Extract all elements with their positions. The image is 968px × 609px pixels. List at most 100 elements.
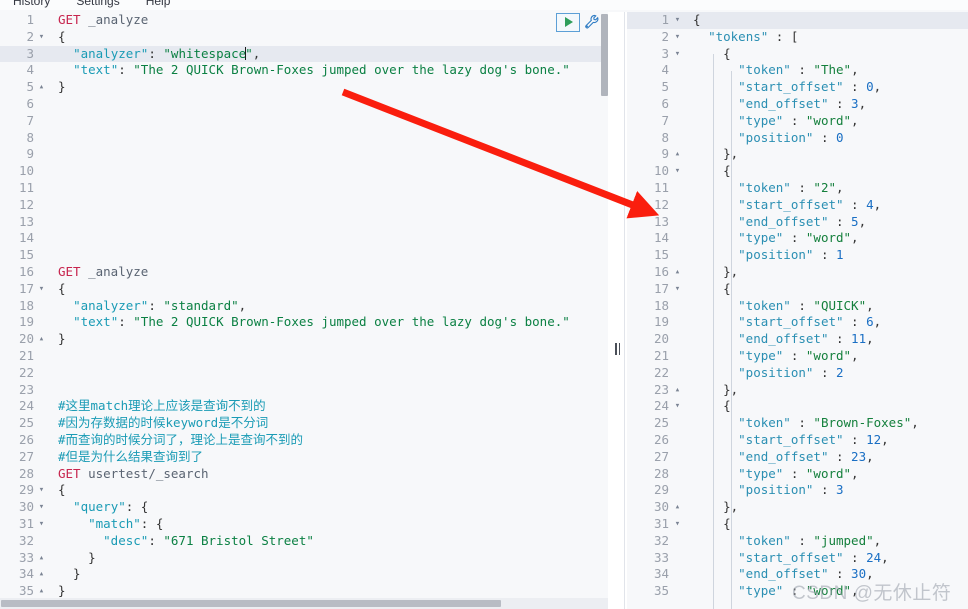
code-line[interactable]: 15 "position" : 1 xyxy=(627,247,968,264)
code-line[interactable]: 12 "start_offset" : 4, xyxy=(627,197,968,214)
code-line[interactable]: 27 #但是为什么结果查询到了 xyxy=(0,449,608,466)
response-viewer-pane[interactable]: 1 ▾{2 ▾ "tokens" : [3 ▾ {4 "token" : "The",… xyxy=(627,12,968,609)
code-line[interactable]: 7 xyxy=(0,113,608,130)
code-line[interactable]: 9 xyxy=(0,146,608,163)
code-line[interactable]: 15 xyxy=(0,247,608,264)
code-line[interactable]: 26 "start_offset" : 12, xyxy=(627,432,968,449)
code-line[interactable]: 18 "analyzer": "standard", xyxy=(0,298,608,315)
code-line[interactable]: 19 "text": "The 2 QUICK Brown-Foxes jump… xyxy=(0,314,608,331)
code-line[interactable]: 2 ▾ "tokens" : [ xyxy=(627,29,968,46)
code-line[interactable]: 16 GET _analyze xyxy=(0,264,608,281)
code-line[interactable]: 19 "start_offset" : 6, xyxy=(627,314,968,331)
code-line[interactable]: 25 #因为存数据的时候keyword是不分词 xyxy=(0,415,608,432)
request-scrollbar-thumb[interactable] xyxy=(601,14,608,96)
code-line[interactable]: 6 "end_offset" : 3, xyxy=(627,96,968,113)
code-line[interactable]: 23 xyxy=(0,382,608,399)
code-line[interactable]: 30 ▴ }, xyxy=(627,499,968,516)
code-line[interactable]: 8 xyxy=(0,130,608,147)
code-line[interactable]: 3 ▾ { xyxy=(627,46,968,63)
code-line[interactable]: 2 ▾ { xyxy=(0,29,608,46)
fold-toggle-icon[interactable]: ▾ xyxy=(36,516,47,533)
fold-toggle-icon[interactable]: ▾ xyxy=(672,398,683,415)
code-line[interactable]: 12 xyxy=(0,197,608,214)
response-code-area[interactable]: 1 ▾{2 ▾ "tokens" : [3 ▾ {4 "token" : "The",… xyxy=(627,12,968,609)
code-line[interactable]: 33 "start_offset" : 24, xyxy=(627,550,968,567)
fold-toggle-icon[interactable]: ▾ xyxy=(672,29,683,46)
code-line[interactable]: 21 "type" : "word", xyxy=(627,348,968,365)
fold-toggle-icon[interactable]: ▾ xyxy=(36,499,47,516)
code-line[interactable]: 31 ▾ "match": { xyxy=(0,516,608,533)
code-line[interactable]: 9 ▴ }, xyxy=(627,146,968,163)
menu-item-help[interactable]: Help xyxy=(133,0,184,8)
code-line[interactable]: 20 "end_offset" : 11, xyxy=(627,331,968,348)
fold-toggle-icon[interactable]: ▾ xyxy=(36,29,47,46)
code-line[interactable]: 5 ▴} xyxy=(0,79,608,96)
code-line[interactable]: 13 xyxy=(0,214,608,231)
code-line[interactable]: 10 ▾ { xyxy=(627,163,968,180)
fold-toggle-icon[interactable]: ▾ xyxy=(36,482,47,499)
request-code-area[interactable]: 1 GET _analyze 2 ▾{3 "analyzer": "whitespac… xyxy=(0,12,608,609)
code-line[interactable]: 11 xyxy=(0,180,608,197)
code-line[interactable]: 13 "end_offset" : 5, xyxy=(627,214,968,231)
code-line[interactable]: 14 "type" : "word", xyxy=(627,230,968,247)
code-line[interactable]: 17 ▾ { xyxy=(627,281,968,298)
code-line[interactable]: 17 ▾ { xyxy=(0,281,608,298)
code-line[interactable]: 30 ▾ "query": { xyxy=(0,499,608,516)
fold-toggle-icon[interactable]: ▴ xyxy=(672,264,683,281)
request-horizontal-scrollbar[interactable] xyxy=(0,598,608,609)
code-line[interactable]: 18 "token" : "QUICK", xyxy=(627,298,968,315)
code-line[interactable]: 23 ▴ }, xyxy=(627,382,968,399)
code-line[interactable]: 10 xyxy=(0,163,608,180)
code-line[interactable]: 22 "position" : 2 xyxy=(627,365,968,382)
request-hscrollbar-thumb[interactable] xyxy=(1,600,501,607)
fold-toggle-icon[interactable]: ▾ xyxy=(672,516,683,533)
request-editor-pane[interactable]: 1 GET _analyze 2 ▾{3 "analyzer": "whitespac… xyxy=(0,12,608,609)
fold-toggle-icon[interactable]: ▴ xyxy=(36,331,47,348)
code-line[interactable]: 5 "start_offset" : 0, xyxy=(627,79,968,96)
code-line[interactable]: 24 ▾ { xyxy=(627,398,968,415)
code-line[interactable]: 31 ▾ { xyxy=(627,516,968,533)
menu-item-settings[interactable]: Settings xyxy=(63,0,132,8)
code-line[interactable]: 22 xyxy=(0,365,608,382)
code-line[interactable]: 29 "position" : 3 xyxy=(627,482,968,499)
code-line[interactable]: 7 "type" : "word", xyxy=(627,113,968,130)
code-line[interactable]: 6 xyxy=(0,96,608,113)
fold-toggle-icon[interactable]: ▴ xyxy=(36,566,47,583)
code-line[interactable]: 21 xyxy=(0,348,608,365)
fold-toggle-icon[interactable]: ▴ xyxy=(36,79,47,96)
code-line[interactable]: 1 ▾ { xyxy=(627,12,968,29)
code-line[interactable]: 34 ▴ } xyxy=(0,566,608,583)
code-line[interactable]: 27 "end_offset" : 23, xyxy=(627,449,968,466)
code-line[interactable]: 20 ▴} xyxy=(0,331,608,348)
code-line[interactable]: 33 ▴ } xyxy=(0,550,608,567)
fold-toggle-icon[interactable]: ▴ xyxy=(672,382,683,399)
code-line[interactable]: 24 #这里match理论上应该是查询不到的 xyxy=(0,398,608,415)
fold-toggle-icon[interactable]: ▴ xyxy=(672,146,683,163)
code-line[interactable]: 25 "token" : "Brown-Foxes", xyxy=(627,415,968,432)
fold-toggle-icon[interactable]: ▾ xyxy=(672,163,683,180)
fold-toggle-icon[interactable]: ▴ xyxy=(36,550,47,567)
code-line[interactable]: 8 "position" : 0 xyxy=(627,130,968,147)
code-line[interactable]: 1 GET _analyze xyxy=(0,12,608,29)
code-line[interactable]: 3 "analyzer": "whitespace", xyxy=(0,45,608,63)
code-line[interactable]: 4 "text": "The 2 QUICK Brown-Foxes jumpe… xyxy=(0,62,608,79)
fold-toggle-icon[interactable]: ▾ xyxy=(672,12,683,29)
code-line[interactable]: 16 ▴ }, xyxy=(627,264,968,281)
fold-toggle-icon[interactable]: ▾ xyxy=(672,46,683,63)
code-line[interactable]: 11 "token" : "2", xyxy=(627,180,968,197)
code-line[interactable]: 28 "type" : "word", xyxy=(627,466,968,483)
code-line[interactable]: 29 ▾ { xyxy=(0,482,608,499)
run-request-button[interactable] xyxy=(556,12,580,32)
pane-splitter[interactable] xyxy=(608,12,627,609)
menu-item-history[interactable]: History xyxy=(0,0,63,8)
fold-toggle-icon[interactable]: ▾ xyxy=(672,281,683,298)
code-line[interactable]: 14 xyxy=(0,230,608,247)
wrench-menu-button[interactable] xyxy=(582,12,602,32)
code-line[interactable]: 4 "token" : "The", xyxy=(627,62,968,79)
fold-toggle-icon[interactable]: ▾ xyxy=(36,281,47,298)
code-line[interactable]: 32 "token" : "jumped", xyxy=(627,533,968,550)
code-line[interactable]: 32 "desc": "671 Bristol Street" xyxy=(0,533,608,550)
code-line[interactable]: 28 GET usertest/_search xyxy=(0,466,608,483)
code-line[interactable]: 26 #而查询的时候分词了，理论上是查询不到的 xyxy=(0,432,608,449)
splitter-grip-icon[interactable] xyxy=(614,342,621,355)
